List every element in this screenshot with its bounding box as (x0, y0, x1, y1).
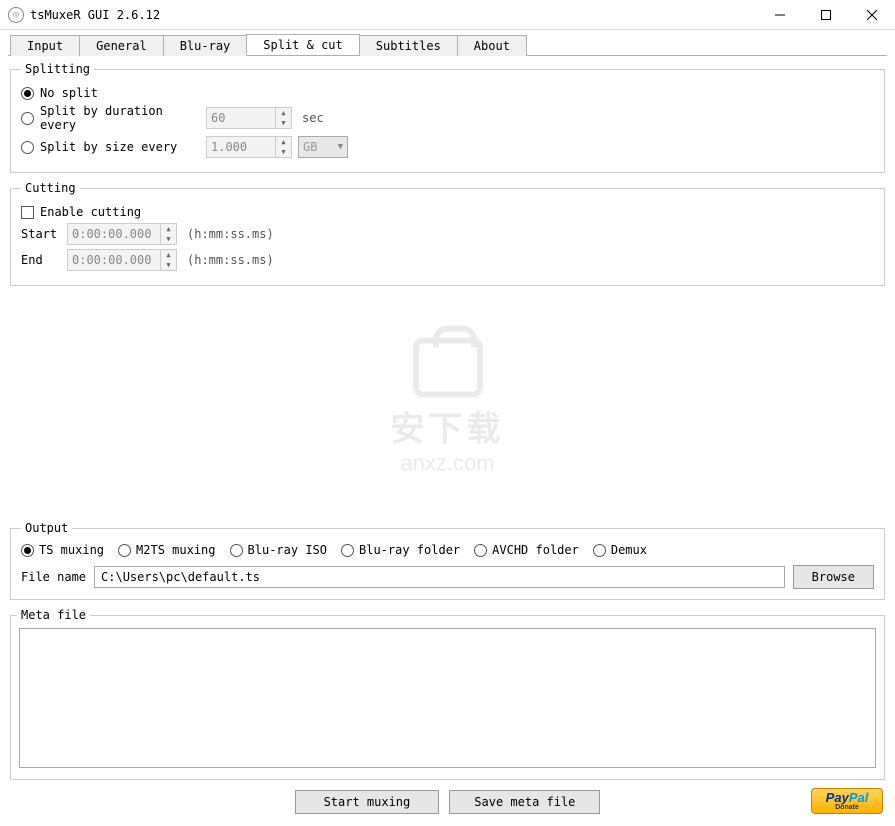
close-button[interactable] (849, 0, 895, 30)
cutting-start-hint: (h:mm:ss.ms) (187, 227, 274, 241)
tab-split-cut[interactable]: Split & cut (246, 34, 359, 55)
size-spinner[interactable]: ▲▼ (206, 136, 292, 158)
tab-general[interactable]: General (79, 35, 164, 56)
duration-value[interactable] (207, 109, 275, 127)
meta-legend: Meta file (17, 608, 90, 622)
chevron-down-icon[interactable]: ▼ (161, 234, 176, 244)
radio-ts-muxing-label[interactable]: TS muxing (39, 543, 104, 557)
start-muxing-button[interactable]: Start muxing (295, 790, 440, 814)
maximize-button[interactable] (803, 0, 849, 30)
size-value[interactable] (207, 138, 275, 156)
tab-bar: Input General Blu-ray Split & cut Subtit… (8, 34, 887, 56)
save-meta-button[interactable]: Save meta file (449, 790, 600, 814)
radio-m2ts-muxing[interactable] (118, 544, 131, 557)
cutting-start-input[interactable]: ▲▼ (67, 223, 177, 245)
radio-bluray-folder-label[interactable]: Blu-ray folder (359, 543, 460, 557)
radio-bluray-folder[interactable] (341, 544, 354, 557)
chevron-up-icon[interactable]: ▲ (161, 250, 176, 260)
cutting-start-label: Start (21, 227, 61, 241)
cutting-group: Cutting Enable cutting Start ▲▼ (h:mm:ss… (10, 181, 885, 286)
radio-split-duration[interactable] (21, 112, 34, 125)
splitting-legend: Splitting (21, 62, 94, 76)
chevron-down-icon[interactable]: ▼ (161, 260, 176, 270)
minimize-icon (775, 10, 785, 20)
minimize-button[interactable] (757, 0, 803, 30)
size-unit-combo[interactable]: GB ▼ (298, 136, 348, 158)
cutting-legend: Cutting (21, 181, 80, 195)
cutting-end-input[interactable]: ▲▼ (67, 249, 177, 271)
donate-label: Donate (835, 804, 859, 811)
chevron-up-icon[interactable]: ▲ (276, 137, 291, 147)
chevron-down-icon[interactable]: ▼ (276, 118, 291, 128)
maximize-icon (821, 10, 831, 20)
checkbox-enable-cutting[interactable] (21, 206, 34, 219)
tab-bluray[interactable]: Blu-ray (163, 35, 248, 56)
meta-textarea[interactable] (19, 628, 876, 768)
titlebar: ◎ tsMuxeR GUI 2.6.12 (0, 0, 895, 30)
chevron-up-icon[interactable]: ▲ (161, 224, 176, 234)
cutting-end-value[interactable] (68, 251, 160, 269)
cutting-end-label: End (21, 253, 61, 267)
chevron-up-icon[interactable]: ▲ (276, 108, 291, 118)
browse-button[interactable]: Browse (793, 565, 874, 589)
radio-avchd-folder[interactable] (474, 544, 487, 557)
close-icon (867, 10, 877, 20)
tab-input[interactable]: Input (10, 35, 80, 56)
output-group: Output TS muxing M2TS muxing Blu-ray ISO… (10, 521, 885, 600)
radio-m2ts-muxing-label[interactable]: M2TS muxing (136, 543, 215, 557)
filename-input[interactable] (94, 566, 785, 588)
duration-spinner[interactable]: ▲▼ (206, 107, 292, 129)
watermark: 安下载 anxz.com (391, 327, 505, 476)
app-icon: ◎ (8, 7, 24, 23)
duration-unit: sec (302, 111, 324, 125)
tab-about[interactable]: About (457, 35, 527, 56)
enable-cutting-label[interactable]: Enable cutting (40, 205, 141, 219)
radio-demux[interactable] (593, 544, 606, 557)
chevron-down-icon: ▼ (338, 142, 343, 152)
meta-group: Meta file (10, 608, 885, 780)
radio-no-split-label[interactable]: No split (40, 86, 98, 100)
splitting-group: Splitting No split Split by duration eve… (10, 62, 885, 173)
radio-split-size-label[interactable]: Split by size every (40, 140, 200, 154)
bottom-bar: Start muxing Save meta file PayPal Donat… (8, 782, 887, 818)
radio-demux-label[interactable]: Demux (611, 543, 647, 557)
radio-ts-muxing[interactable] (21, 544, 34, 557)
donate-button[interactable]: PayPal Donate (811, 788, 883, 814)
output-legend: Output (21, 521, 72, 535)
chevron-down-icon[interactable]: ▼ (276, 147, 291, 157)
tab-subtitles[interactable]: Subtitles (359, 35, 458, 56)
radio-split-size[interactable] (21, 141, 34, 154)
radio-split-duration-label[interactable]: Split by duration every (40, 104, 200, 132)
filename-label: File name (21, 570, 86, 584)
radio-bluray-iso[interactable] (230, 544, 243, 557)
size-unit-value: GB (303, 140, 317, 154)
radio-avchd-folder-label[interactable]: AVCHD folder (492, 543, 579, 557)
paypal-logo: PayPal (826, 791, 869, 804)
radio-bluray-iso-label[interactable]: Blu-ray ISO (248, 543, 327, 557)
cutting-start-value[interactable] (68, 225, 160, 243)
cutting-end-hint: (h:mm:ss.ms) (187, 253, 274, 267)
radio-no-split[interactable] (21, 87, 34, 100)
window-title: tsMuxeR GUI 2.6.12 (30, 8, 757, 22)
